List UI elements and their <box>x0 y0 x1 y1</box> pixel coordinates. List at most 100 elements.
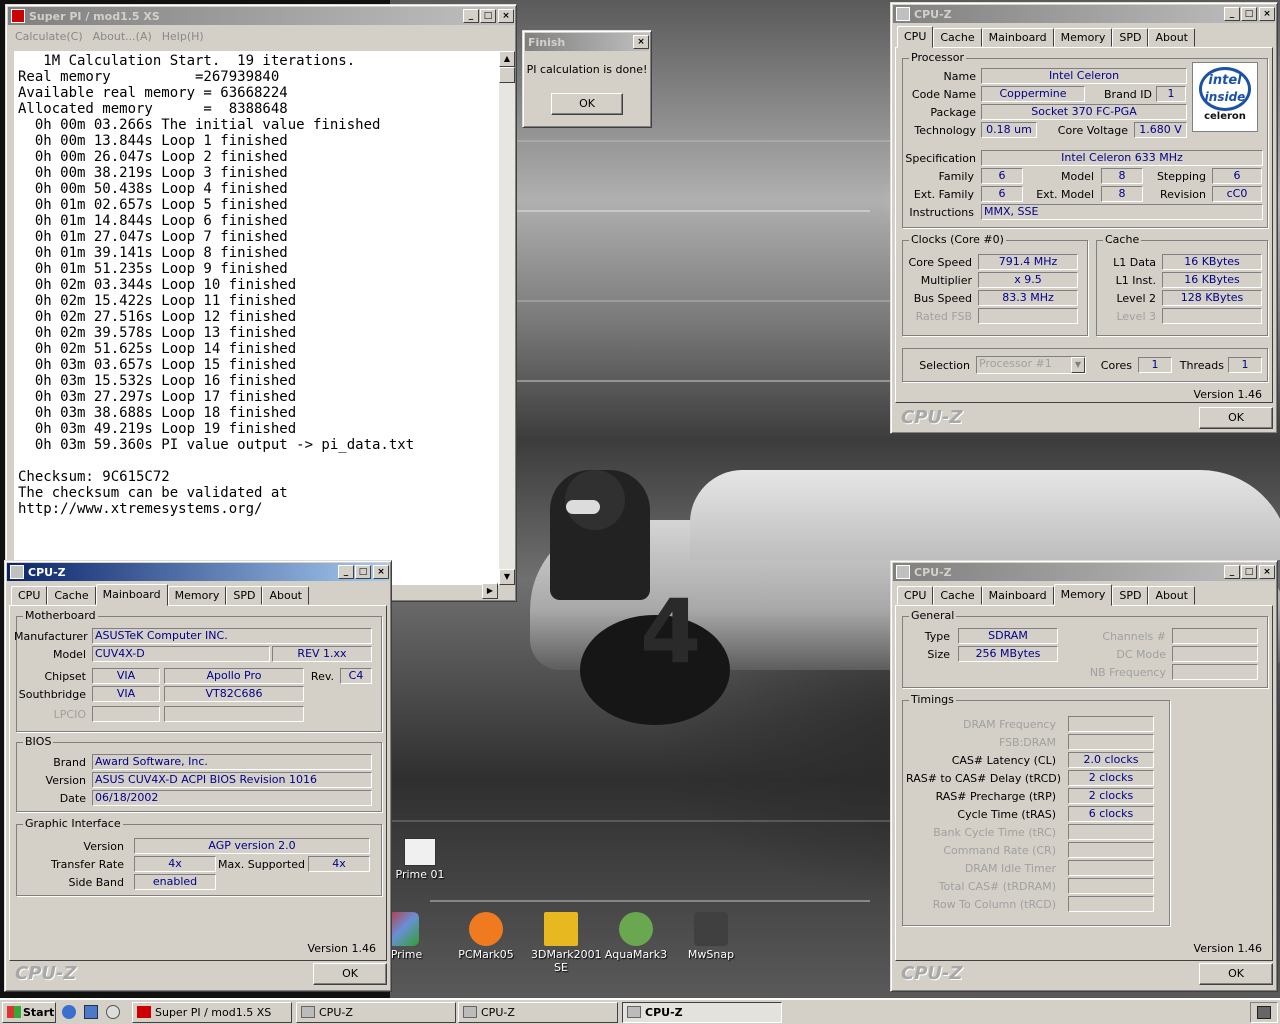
rated-fsb <box>978 308 1078 324</box>
tab-memory[interactable]: Memory <box>167 586 227 605</box>
tab-cache[interactable]: Cache <box>933 586 982 605</box>
tab-memory[interactable]: Memory <box>1053 28 1113 47</box>
desktop-icon-pcmark[interactable]: PCMark05 <box>446 912 526 961</box>
cpuz-app-icon <box>896 565 910 579</box>
tab-cache[interactable]: Cache <box>47 586 96 605</box>
model: CUV4X-D <box>92 646 270 662</box>
finish-titlebar[interactable]: Finish × <box>525 33 649 51</box>
output-line: 0h 00m 13.844s Loop 1 finished <box>18 133 288 149</box>
maximize-button[interactable]: □ <box>355 565 371 579</box>
output-line: Available real memory = 63668224 <box>18 85 288 101</box>
vertical-scrollbar[interactable]: ▲ ▼ <box>499 51 515 585</box>
menu-help[interactable]: Help(H) <box>157 30 209 43</box>
cpuz-titlebar[interactable]: CPU-Z _ □ × <box>893 5 1275 23</box>
show-desktop-icon[interactable] <box>84 1005 98 1019</box>
tab-about[interactable]: About <box>1148 28 1195 47</box>
minimize-button[interactable]: _ <box>463 9 479 23</box>
ok-button[interactable]: OK <box>1199 407 1273 429</box>
dram-idle-timer <box>1068 860 1154 876</box>
desktop-icon-aquamark[interactable]: AquaMark3 <box>596 912 676 961</box>
scroll-right-arrow-icon[interactable]: ▶ <box>482 583 498 599</box>
max-supported: 4x <box>308 856 370 872</box>
cpuz-titlebar[interactable]: CPU-Z _ □ × <box>7 563 389 581</box>
scroll-up-arrow-icon[interactable]: ▲ <box>499 51 515 67</box>
tab-memory[interactable]: Memory <box>1053 584 1113 606</box>
level-3 <box>1162 308 1262 324</box>
taskbar-item-cpuz-3[interactable]: CPU-Z <box>622 1002 782 1023</box>
media-player-icon[interactable] <box>106 1005 120 1019</box>
close-button[interactable]: × <box>498 9 514 23</box>
menu-calculate[interactable]: Calculate(C) <box>10 30 88 43</box>
taskbar-item-superpi[interactable]: Super PI / mod1.5 XS <box>132 1002 292 1023</box>
internet-explorer-icon[interactable] <box>62 1005 76 1019</box>
tab-cpu[interactable]: CPU <box>897 586 934 605</box>
output-line: The checksum can be validated at <box>18 485 288 501</box>
desktop-icon-3dmark[interactable]: 3DMark2001 SE <box>521 912 602 974</box>
close-button[interactable]: × <box>633 35 649 49</box>
tab-about[interactable]: About <box>1148 586 1195 605</box>
ok-button[interactable]: OK <box>313 963 387 985</box>
tab-mainboard[interactable]: Mainboard <box>981 28 1054 47</box>
desktop-icon-mwsnap[interactable]: MwSnap <box>671 912 751 961</box>
scroll-thumb[interactable] <box>499 67 515 83</box>
cpuz-cpu-window: CPU-Z _ □ × CPU Cache Mainboard Memory S… <box>890 2 1278 434</box>
multiplier: x 9.5 <box>978 272 1078 288</box>
maximize-button[interactable]: □ <box>1241 565 1257 579</box>
menu-about[interactable]: About...(A) <box>88 30 157 43</box>
lpcio-vendor <box>92 706 160 722</box>
level-2: 128 KBytes <box>1162 290 1262 306</box>
cpuz-app-icon <box>463 1006 477 1018</box>
channels <box>1172 628 1258 644</box>
close-button[interactable]: × <box>373 565 389 579</box>
maximize-button[interactable]: □ <box>480 9 496 23</box>
desktop-icon-prime[interactable]: Prime 01 <box>380 838 460 881</box>
processor-select[interactable]: Processor #1 ▼ <box>976 356 1086 374</box>
tab-spd[interactable]: SPD <box>226 586 263 605</box>
chevron-down-icon[interactable]: ▼ <box>1071 357 1085 373</box>
minimize-button[interactable]: _ <box>1224 7 1240 21</box>
ext-model: 8 <box>1101 186 1143 202</box>
minimize-button[interactable]: _ <box>338 565 354 579</box>
cpuz-memory-window: CPU-Z _ □ × CPU Cache Mainboard Memory S… <box>890 560 1278 992</box>
chipset-vendor: VIA <box>92 668 160 684</box>
close-button[interactable]: × <box>1259 7 1275 21</box>
superpi-titlebar[interactable]: Super PI / mod1.5 XS _ □ × <box>8 7 514 25</box>
superpi-output[interactable]: 1M Calculation Start. 19 iterations. Real… <box>14 51 504 585</box>
tab-mainboard[interactable]: Mainboard <box>95 584 168 606</box>
command-rate <box>1068 842 1154 858</box>
lpcio <box>164 706 304 722</box>
tab-mainboard[interactable]: Mainboard <box>981 586 1054 605</box>
close-button[interactable]: × <box>1259 565 1275 579</box>
output-line: 0h 02m 39.578s Loop 13 finished <box>18 325 297 341</box>
minimize-button[interactable]: _ <box>1224 565 1240 579</box>
taskbar-item-cpuz-2[interactable]: CPU-Z <box>458 1002 618 1023</box>
ok-button[interactable]: OK <box>551 93 623 115</box>
cpuz-tabs: CPU Cache Mainboard Memory SPD About <box>891 25 1277 48</box>
side-band: enabled <box>134 874 216 890</box>
technology: 0.18 um <box>981 122 1037 138</box>
tab-cache[interactable]: Cache <box>933 28 982 47</box>
l1-inst: 16 KBytes <box>1162 272 1262 288</box>
tab-spd[interactable]: SPD <box>1112 28 1149 47</box>
cpuz-titlebar[interactable]: CPU-Z _ □ × <box>893 563 1275 581</box>
start-button[interactable]: Start <box>2 1002 56 1023</box>
superpi-window: Super PI / mod1.5 XS _ □ × Calculate(C) … <box>5 4 517 602</box>
windows-logo-icon <box>7 1006 21 1018</box>
scroll-down-arrow-icon[interactable]: ▼ <box>499 569 515 585</box>
transfer-rate: 4x <box>134 856 216 872</box>
finish-dialog: Finish × PI calculation is done! OK <box>522 30 652 128</box>
output-line: 0h 01m 51.235s Loop 9 finished <box>18 261 288 277</box>
tab-spd[interactable]: SPD <box>1112 586 1149 605</box>
ok-button[interactable]: OK <box>1199 963 1273 985</box>
aquamark-icon <box>619 912 653 946</box>
output-line: 0h 00m 38.219s Loop 3 finished <box>18 165 288 181</box>
version-label: Version 1.46 <box>307 942 376 955</box>
tab-about[interactable]: About <box>262 586 309 605</box>
cycle-time: 6 clocks <box>1068 806 1154 822</box>
gi-version: AGP version 2.0 <box>134 838 370 854</box>
taskbar-item-cpuz-1[interactable]: CPU-Z <box>296 1002 456 1023</box>
tab-cpu[interactable]: CPU <box>897 26 934 48</box>
maximize-button[interactable]: □ <box>1241 7 1257 21</box>
tab-cpu[interactable]: CPU <box>11 586 48 605</box>
tray-app-icon[interactable] <box>1257 1006 1271 1019</box>
